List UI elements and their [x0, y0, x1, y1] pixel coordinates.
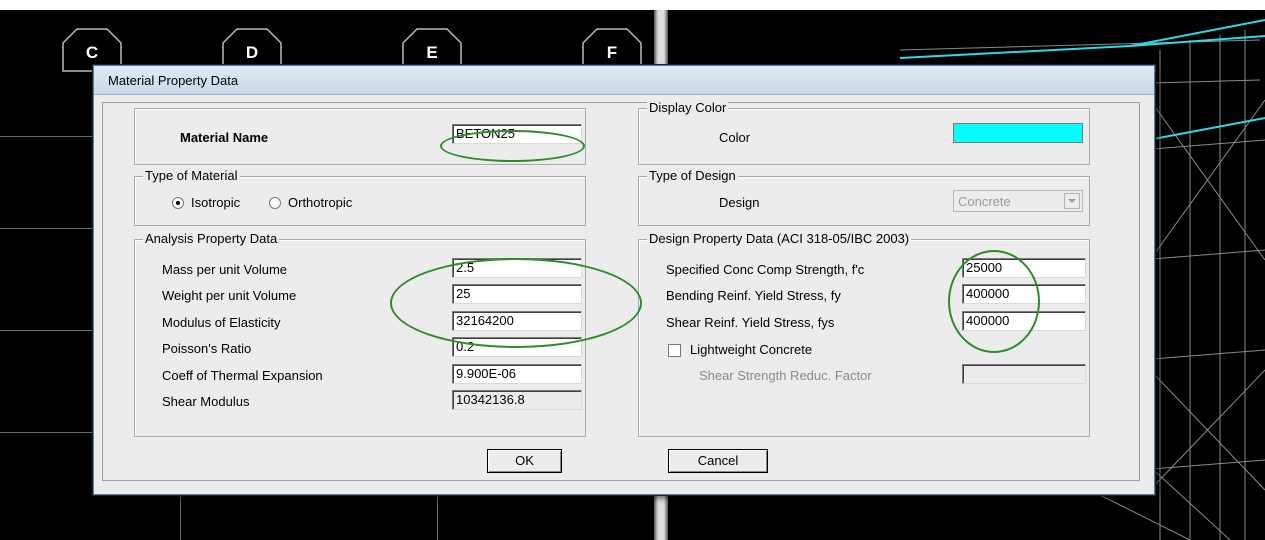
type-of-design-legend: Type of Design — [647, 168, 738, 183]
display-color-group: Display Color Color — [638, 100, 1090, 165]
design-property-group: Design Property Data (ACI 318-05/IBC 200… — [638, 231, 1090, 437]
dialog-title: Material Property Data — [108, 73, 239, 88]
material-name-group: Material Name BETON25 — [134, 108, 586, 165]
isotropic-label[interactable]: Isotropic — [191, 195, 240, 210]
thermal-label: Coeff of Thermal Expansion — [162, 368, 323, 383]
poisson-input[interactable]: 0.2 — [452, 337, 582, 357]
analysis-legend: Analysis Property Data — [143, 231, 280, 246]
chevron-down-icon[interactable] — [1064, 193, 1080, 209]
isotropic-radio[interactable] — [172, 197, 184, 209]
orthotropic-radio[interactable] — [269, 197, 281, 209]
type-of-material-legend: Type of Material — [143, 168, 240, 183]
type-of-design-group: Type of Design Design Concrete — [638, 168, 1090, 226]
grid-line — [437, 493, 438, 540]
shear-reduc-input — [962, 364, 1086, 384]
color-swatch[interactable] — [953, 123, 1083, 143]
grid-line — [0, 330, 93, 331]
lightweight-label[interactable]: Lightweight Concrete — [690, 342, 812, 357]
modulus-input[interactable]: 32164200 — [452, 311, 582, 331]
fc-label: Specified Conc Comp Strength, f'c — [666, 262, 865, 277]
shear-modulus-label: Shear Modulus — [162, 394, 250, 409]
grid-bubble-label: D — [245, 43, 259, 62]
thermal-input[interactable]: 9.900E-06 — [452, 364, 582, 384]
material-property-dialog: Material Property Data Material Name BET… — [93, 65, 1155, 495]
lightweight-checkbox[interactable] — [668, 344, 681, 357]
ok-button[interactable]: OK — [487, 449, 562, 473]
material-name-input[interactable]: BETON25 — [452, 124, 582, 144]
orthotropic-label[interactable]: Orthotropic — [288, 195, 352, 210]
shear-modulus-value: 10342136.8 — [452, 390, 582, 410]
modulus-label: Modulus of Elasticity — [162, 315, 281, 330]
design-label: Design — [719, 195, 760, 210]
fys-label: Shear Reinf. Yield Stress, fys — [666, 315, 835, 330]
fy-input[interactable]: 400000 — [962, 284, 1086, 304]
fys-input[interactable]: 400000 — [962, 311, 1086, 331]
cancel-button[interactable]: Cancel — [668, 449, 768, 473]
grid-line — [0, 432, 93, 433]
poisson-label: Poisson's Ratio — [162, 341, 252, 356]
analysis-property-group: Analysis Property Data Mass per unit Vol… — [134, 231, 586, 437]
fy-label: Bending Reinf. Yield Stress, fy — [666, 288, 841, 303]
weight-input[interactable]: 25 — [452, 284, 582, 304]
design-select[interactable]: Concrete — [953, 190, 1083, 212]
color-label: Color — [719, 130, 751, 145]
shear-reduc-label: Shear Strength Reduc. Factor — [699, 368, 872, 383]
grid-line — [180, 493, 181, 540]
dialog-body: Material Name BETON25 Display Color Colo… — [102, 100, 1140, 481]
design-select-value: Concrete — [958, 194, 1011, 209]
mass-input[interactable]: 2.5 — [452, 258, 582, 278]
dialog-titlebar[interactable]: Material Property Data — [94, 66, 1154, 95]
grid-line — [0, 136, 93, 137]
design-legend: Design Property Data (ACI 318-05/IBC 200… — [647, 231, 912, 246]
fc-input[interactable]: 25000 — [962, 258, 1086, 278]
grid-bubble-label: C — [85, 43, 99, 62]
grid-bubble-label: F — [606, 43, 618, 62]
grid-bubble-label: E — [426, 43, 438, 62]
mass-label: Mass per unit Volume — [162, 262, 288, 277]
grid-line — [0, 228, 93, 229]
material-name-label: Material Name — [180, 130, 269, 145]
weight-label: Weight per unit Volume — [162, 288, 297, 303]
top-strip — [0, 0, 1265, 10]
type-of-material-group: Type of Material Isotropic Orthotropic — [134, 168, 586, 226]
display-color-legend: Display Color — [647, 100, 729, 115]
